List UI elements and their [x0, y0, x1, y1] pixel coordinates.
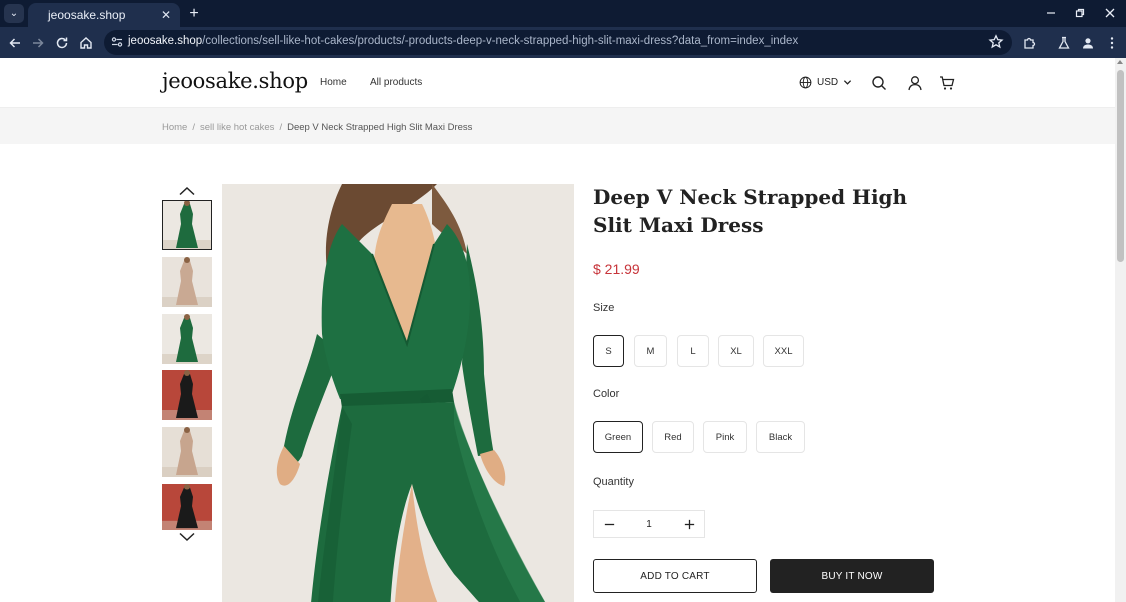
currency-selector[interactable]: USD: [799, 76, 852, 89]
color-option-red[interactable]: Red: [652, 421, 694, 453]
profile-button[interactable]: [1077, 32, 1099, 54]
page: jeoosake.shop Home All products USD Home…: [0, 58, 1115, 602]
window-close-button[interactable]: [1100, 3, 1120, 23]
flask-icon: [1058, 36, 1070, 49]
tab-search-button[interactable]: ⌄: [4, 4, 24, 23]
labs-button[interactable]: [1053, 32, 1075, 54]
account-icon[interactable]: [907, 75, 923, 91]
search-icon[interactable]: [871, 75, 887, 91]
breadcrumb-collection[interactable]: sell like hot cakes: [200, 122, 274, 133]
color-option-black[interactable]: Black: [756, 421, 805, 453]
size-option-xl[interactable]: XL: [718, 335, 754, 367]
minimize-button[interactable]: [1041, 3, 1061, 23]
breadcrumb: Home / sell like hot cakes / Deep V Neck Str…: [0, 108, 1115, 144]
product-title: Deep V Neck Strapped High Slit Maxi Dres…: [593, 185, 908, 237]
new-tab-button[interactable]: +: [184, 4, 204, 23]
size-label: Size: [593, 302, 615, 314]
page-scrollbar[interactable]: [1115, 58, 1126, 602]
home-icon: [80, 37, 92, 49]
color-option-pink[interactable]: Pink: [703, 421, 747, 453]
thumbnail-image: [162, 484, 212, 530]
minus-icon: [604, 523, 614, 525]
thumbnail-image: [162, 257, 212, 307]
close-icon: [1105, 8, 1115, 18]
gallery-down-arrow-icon[interactable]: [178, 531, 196, 543]
restore-icon: [1075, 8, 1085, 18]
restore-button[interactable]: [1070, 3, 1090, 23]
arrow-right-icon: [33, 38, 44, 48]
quantity-label: Quantity: [593, 476, 634, 488]
url-text: jeoosake.shop/collections/sell-like-hot-…: [128, 35, 798, 47]
plus-icon: [684, 519, 694, 529]
minimize-icon: [1047, 12, 1055, 14]
size-option-l[interactable]: L: [677, 335, 709, 367]
thumbnail-image: [162, 427, 212, 477]
product-price: $ 21.99: [593, 261, 640, 277]
breadcrumb-separator: /: [192, 122, 195, 133]
thumbnail-image: [162, 314, 212, 364]
scroll-up-arrow-icon[interactable]: [1117, 60, 1123, 64]
more-vertical-icon: [1110, 37, 1114, 49]
size-option-s[interactable]: S: [593, 335, 624, 367]
url-path: /collections/sell-like-hot-cakes/product…: [202, 35, 799, 47]
tab-title: jeoosake.shop: [48, 8, 126, 22]
color-label: Color: [593, 388, 620, 400]
increase-quantity-button[interactable]: [682, 517, 696, 531]
chevron-down-icon: ⌄: [9, 8, 19, 19]
thumbnail-green[interactable]: [162, 200, 212, 250]
product-main-image[interactable]: [222, 184, 574, 602]
forward-button[interactable]: [27, 32, 49, 54]
browser-toolbar: jeoosake.shop/collections/sell-like-hot-…: [0, 27, 1126, 58]
arrow-left-icon: [9, 38, 20, 48]
chevron-down-icon: [844, 80, 852, 85]
browser-tab-bar: ⌄ jeoosake.shop ✕ +: [0, 0, 1126, 27]
quantity-input[interactable]: 1: [646, 519, 652, 530]
profile-icon: [1083, 38, 1093, 49]
reload-button[interactable]: [51, 32, 73, 54]
gallery-up-arrow-icon[interactable]: [178, 185, 196, 197]
add-to-cart-button[interactable]: ADD TO CART: [593, 559, 757, 593]
thumbnail-image: [162, 370, 212, 420]
site-settings-icon[interactable]: [110, 35, 124, 49]
browser-menu-button[interactable]: [1101, 32, 1123, 54]
browser-tab[interactable]: jeoosake.shop ✕: [28, 3, 180, 27]
breadcrumb-home[interactable]: Home: [162, 122, 187, 133]
back-button[interactable]: [4, 32, 26, 54]
dress-photo: [222, 184, 574, 602]
size-option-m[interactable]: M: [634, 335, 667, 367]
thumbnail-black[interactable]: [162, 370, 212, 420]
cart-icon[interactable]: [939, 75, 955, 91]
currency-label: USD: [817, 77, 839, 88]
breadcrumb-separator: /: [279, 122, 283, 133]
site-logo[interactable]: jeoosake.shop: [162, 69, 308, 93]
thumbnail-black-2[interactable]: [162, 484, 212, 530]
thumbnail-image: [162, 200, 212, 250]
home-button[interactable]: [75, 32, 97, 54]
reload-icon: [56, 37, 68, 49]
thumbnail-green-2[interactable]: [162, 314, 212, 364]
nav-home[interactable]: Home: [320, 77, 347, 88]
color-option-green[interactable]: Green: [593, 421, 643, 453]
close-icon[interactable]: ✕: [158, 7, 174, 23]
address-bar[interactable]: jeoosake.shop/collections/sell-like-hot-…: [104, 30, 1012, 55]
decrease-quantity-button[interactable]: [602, 517, 616, 531]
size-option-xxl[interactable]: XXL: [763, 335, 804, 367]
plus-icon: +: [189, 4, 199, 22]
scrollbar-thumb[interactable]: [1117, 70, 1124, 262]
puzzle-icon: [1024, 37, 1036, 49]
url-host: jeoosake.shop: [128, 35, 203, 47]
bookmark-star-icon[interactable]: [988, 34, 1004, 50]
buy-it-now-button[interactable]: BUY IT NOW: [770, 559, 934, 593]
site-header: jeoosake.shop Home All products USD: [0, 58, 1115, 108]
extensions-button[interactable]: [1018, 32, 1040, 54]
nav-all-products[interactable]: All products: [370, 77, 422, 88]
quantity-stepper: 1: [593, 510, 705, 538]
breadcrumb-current: Deep V Neck Strapped High Slit Maxi Dres…: [287, 122, 473, 133]
thumbnail-pink-2[interactable]: [162, 427, 212, 477]
globe-icon: [799, 76, 812, 89]
thumbnail-pink[interactable]: [162, 257, 212, 307]
